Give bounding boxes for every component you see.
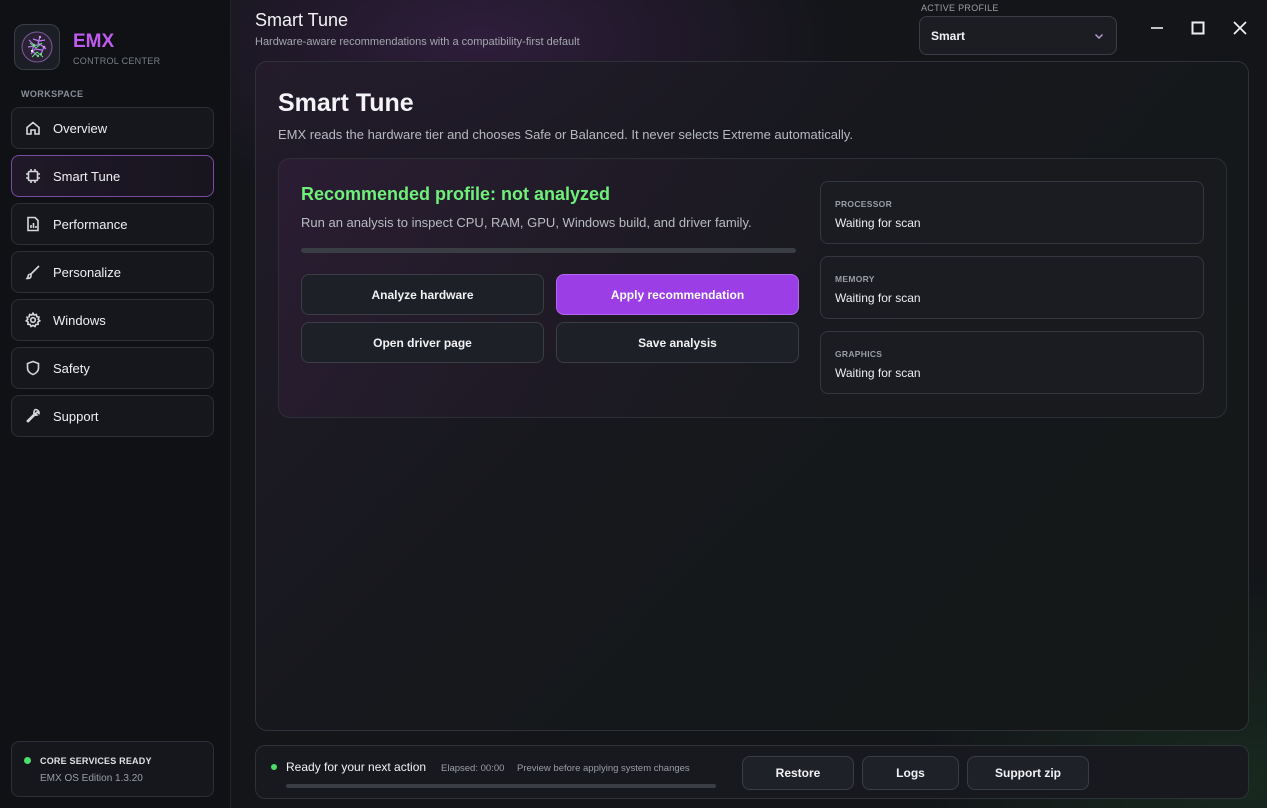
- page-subtitle: Hardware-aware recommendations with a co…: [255, 36, 580, 48]
- hardware-value: Waiting for scan: [835, 366, 921, 380]
- task-progress-bar: [286, 784, 716, 788]
- memory-card: MEMORY Waiting for scan: [820, 256, 1204, 319]
- sidebar-item-label: Smart Tune: [53, 168, 121, 184]
- graphics-card: GRAPHICS Waiting for scan: [820, 331, 1204, 394]
- smart-tune-panel: Smart Tune EMX reads the hardware tier a…: [255, 61, 1249, 731]
- page-title: Smart Tune: [255, 10, 349, 30]
- recommendation-title: Recommended profile: not analyzed: [301, 184, 611, 204]
- support-zip-button[interactable]: Support zip: [967, 756, 1089, 790]
- workspace-label: WORKSPACE: [21, 89, 84, 99]
- logs-button[interactable]: Logs: [862, 756, 959, 790]
- circuit-logo-icon: [14, 24, 60, 70]
- sidebar-item-label: Support: [53, 408, 99, 424]
- sidebar-item-label: Performance: [53, 216, 128, 232]
- core-services-status: CORE SERVICES READY EMX OS Edition 1.3.2…: [11, 741, 214, 797]
- hardware-label: GRAPHICS: [835, 349, 883, 359]
- close-button[interactable]: [1228, 16, 1252, 40]
- sidebar-item-overview[interactable]: Overview: [11, 107, 214, 149]
- status-version: EMX OS Edition 1.3.20: [40, 773, 143, 784]
- brush-icon: [24, 263, 42, 281]
- brand-name: EMX: [73, 31, 115, 52]
- restore-button[interactable]: Restore: [742, 756, 854, 790]
- sidebar-item-label: Overview: [53, 120, 108, 136]
- status-indicator-dot: [24, 757, 31, 764]
- status-title: CORE SERVICES READY: [40, 756, 152, 766]
- sidebar-item-performance[interactable]: Performance: [11, 203, 214, 245]
- active-profile-value: Smart: [931, 28, 966, 43]
- analyze-hardware-button[interactable]: Analyze hardware: [301, 274, 544, 315]
- preview-note: Preview before applying system changes: [517, 763, 690, 774]
- sidebar-item-windows[interactable]: Windows: [11, 299, 214, 341]
- analysis-progress-bar: [301, 248, 796, 253]
- chart-icon: [24, 215, 42, 233]
- gear-icon: [24, 311, 42, 329]
- close-icon: [1233, 21, 1247, 35]
- elapsed-time: Elapsed: 00:00: [441, 763, 505, 774]
- sidebar-nav: Overview Smart Tune Performance Personal…: [11, 107, 214, 443]
- maximize-button[interactable]: [1186, 16, 1210, 40]
- home-icon: [24, 119, 42, 137]
- sidebar-item-safety[interactable]: Safety: [11, 347, 214, 389]
- save-analysis-button[interactable]: Save analysis: [556, 322, 799, 363]
- hardware-value: Waiting for scan: [835, 216, 921, 230]
- recommendation-card: Recommended profile: not analyzed Run an…: [278, 158, 1227, 418]
- chevron-down-icon: [1095, 34, 1103, 39]
- section-title: Smart Tune: [278, 89, 414, 117]
- sidebar-item-smart-tune[interactable]: Smart Tune: [11, 155, 214, 197]
- hardware-value: Waiting for scan: [835, 291, 921, 305]
- sidebar-item-personalize[interactable]: Personalize: [11, 251, 214, 293]
- minimize-icon: [1151, 27, 1163, 29]
- sidebar-item-label: Windows: [53, 312, 106, 328]
- ready-indicator-dot: [271, 764, 277, 770]
- apply-recommendation-button[interactable]: Apply recommendation: [556, 274, 799, 315]
- section-description: EMX reads the hardware tier and chooses …: [278, 127, 853, 142]
- app-window: EMX CONTROL CENTER WORKSPACE Overview Sm…: [0, 0, 1267, 808]
- hardware-label: MEMORY: [835, 274, 875, 284]
- brand-subtitle: CONTROL CENTER: [73, 56, 161, 66]
- open-driver-page-button[interactable]: Open driver page: [301, 322, 544, 363]
- chip-icon: [24, 167, 42, 185]
- sidebar: EMX CONTROL CENTER WORKSPACE Overview Sm…: [0, 0, 231, 808]
- sidebar-item-label: Safety: [53, 360, 90, 376]
- wrench-icon: [24, 407, 42, 425]
- maximize-icon: [1191, 21, 1205, 35]
- hardware-label: PROCESSOR: [835, 199, 893, 209]
- active-profile-select[interactable]: Smart: [919, 16, 1117, 55]
- status-text: Ready for your next action: [286, 760, 427, 774]
- minimize-button[interactable]: [1145, 16, 1169, 40]
- recommendation-description: Run an analysis to inspect CPU, RAM, GPU…: [301, 215, 752, 230]
- processor-card: PROCESSOR Waiting for scan: [820, 181, 1204, 244]
- sidebar-item-label: Personalize: [53, 264, 121, 280]
- status-bar: Ready for your next action Elapsed: 00:0…: [255, 745, 1249, 799]
- shield-icon: [24, 359, 42, 377]
- active-profile-label: ACTIVE PROFILE: [921, 3, 999, 13]
- sidebar-item-support[interactable]: Support: [11, 395, 214, 437]
